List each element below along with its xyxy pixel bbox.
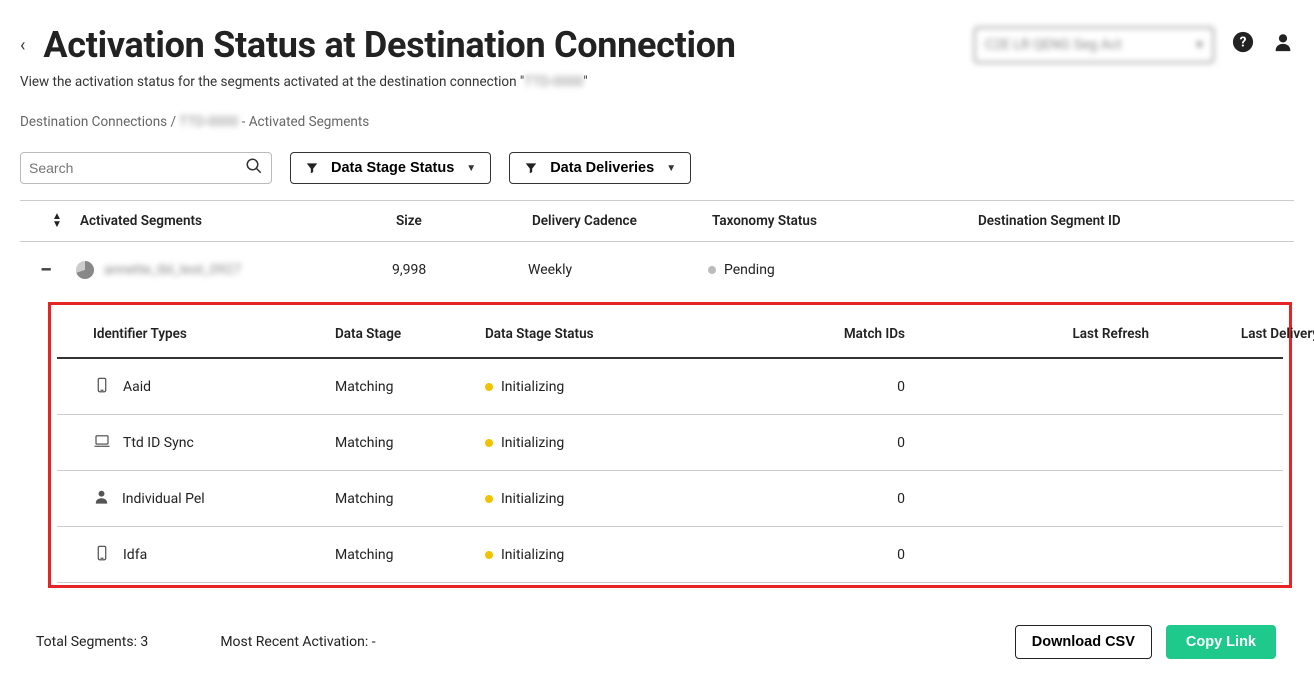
chevron-down-icon: ▾ <box>1196 37 1203 53</box>
download-csv-button[interactable]: Download CSV <box>1015 625 1152 659</box>
data-stage: Matching <box>335 435 485 451</box>
column-size[interactable]: Size <box>392 213 528 229</box>
breadcrumb: Destination Connections / TTD-0000 - Act… <box>0 90 1314 130</box>
column-taxonomy-status[interactable]: Taxonomy Status <box>708 213 974 229</box>
filter-icon <box>524 161 538 175</box>
chevron-down-icon: ▼ <box>466 163 476 174</box>
segment-taxonomy-status: Pending <box>708 262 974 278</box>
filter-data-deliveries-button[interactable]: Data Deliveries ▼ <box>509 152 691 184</box>
data-stage-status: Initializing <box>485 491 725 507</box>
detail-row: Individual Pel MatchingInitializing0 <box>57 471 1283 527</box>
total-segments-label: Total Segments: 3 <box>36 634 148 650</box>
match-ids: 0 <box>725 379 933 395</box>
data-stage-status: Initializing <box>485 379 725 395</box>
svg-text:?: ? <box>1240 35 1247 51</box>
match-ids: 0 <box>725 547 933 563</box>
data-stage: Matching <box>335 547 485 563</box>
sort-toggle-icon[interactable]: ▲▼ <box>24 213 72 229</box>
column-delivery-cadence[interactable]: Delivery Cadence <box>528 213 708 229</box>
match-ids: 0 <box>725 491 933 507</box>
identifier-type: Ttd ID Sync <box>123 435 194 451</box>
table-header: ▲▼ Activated Segments Size Delivery Cade… <box>20 200 1294 242</box>
detail-col-last-refresh: Last Refresh <box>933 326 1155 342</box>
detail-col-identifier-types: Identifier Types <box>93 326 335 342</box>
status-dot-icon <box>485 439 493 447</box>
detail-row: Idfa MatchingInitializing0 <box>57 527 1283 583</box>
data-stage-status: Initializing <box>485 435 725 451</box>
segment-name: annette_tbl_test_0927 <box>104 262 241 278</box>
identifier-type: Aaid <box>123 379 151 395</box>
status-dot-icon <box>485 383 493 391</box>
copy-link-button[interactable]: Copy Link <box>1166 625 1276 659</box>
status-dot-icon <box>485 495 493 503</box>
filter-data-stage-status-button[interactable]: Data Stage Status ▼ <box>290 152 491 184</box>
segment-size: 9,998 <box>392 262 528 278</box>
phone-icon <box>93 376 111 398</box>
account-dropdown[interactable]: C2E LR QENG Seg Act ▾ <box>974 27 1214 63</box>
identifier-type: Idfa <box>123 547 147 563</box>
column-activated-segments[interactable]: Activated Segments <box>76 213 392 229</box>
filter-data-stage-status-label: Data Stage Status <box>331 160 454 176</box>
segment-cadence: Weekly <box>528 262 708 278</box>
detail-col-match-ids: Match IDs <box>725 326 933 342</box>
table-row[interactable]: − annette_tbl_test_0927 9,998 Weekly Pen… <box>20 242 1294 298</box>
detail-row: Aaid MatchingInitializing0 <box>57 359 1283 415</box>
data-stage-status: Initializing <box>485 547 725 563</box>
data-stage: Matching <box>335 379 485 395</box>
help-icon[interactable]: ? <box>1232 31 1254 59</box>
status-dot-icon <box>485 551 493 559</box>
match-ids: 0 <box>725 435 933 451</box>
phone-icon <box>93 544 111 566</box>
detail-col-data-stage: Data Stage <box>335 326 485 342</box>
person-icon <box>93 488 110 510</box>
detail-row: Ttd ID Sync MatchingInitializing0 <box>57 415 1283 471</box>
detail-panel: Identifier Types Data Stage Data Stage S… <box>48 302 1292 588</box>
laptop-icon <box>93 432 111 454</box>
detail-col-data-stage-status: Data Stage Status <box>485 326 725 342</box>
collapse-row-button[interactable]: − <box>20 258 76 283</box>
segment-icon <box>76 261 94 279</box>
account-dropdown-label: C2E LR QENG Seg Act <box>985 37 1122 53</box>
chevron-down-icon: ▼ <box>666 163 676 174</box>
breadcrumb-root[interactable]: Destination Connections <box>20 114 167 130</box>
search-icon <box>245 157 263 180</box>
search-input[interactable] <box>29 160 245 176</box>
detail-col-last-delivery: Last Delivery <box>1155 326 1314 342</box>
user-icon[interactable] <box>1272 31 1294 59</box>
filter-data-deliveries-label: Data Deliveries <box>550 160 654 176</box>
most-recent-activation-label: Most Recent Activation: - <box>220 634 375 650</box>
detail-header: Identifier Types Data Stage Data Stage S… <box>57 311 1283 359</box>
search-input-wrapper[interactable] <box>20 152 272 184</box>
back-chevron-icon[interactable]: ‹ <box>20 35 31 56</box>
data-stage: Matching <box>335 491 485 507</box>
filter-icon <box>305 161 319 175</box>
page-subtitle: View the activation status for the segme… <box>0 66 1314 90</box>
status-dot-icon <box>708 266 716 274</box>
page-title: Activation Status at Destination Connect… <box>43 24 735 66</box>
column-destination-segment-id[interactable]: Destination Segment ID <box>974 213 1274 229</box>
identifier-type: Individual Pel <box>122 491 205 507</box>
